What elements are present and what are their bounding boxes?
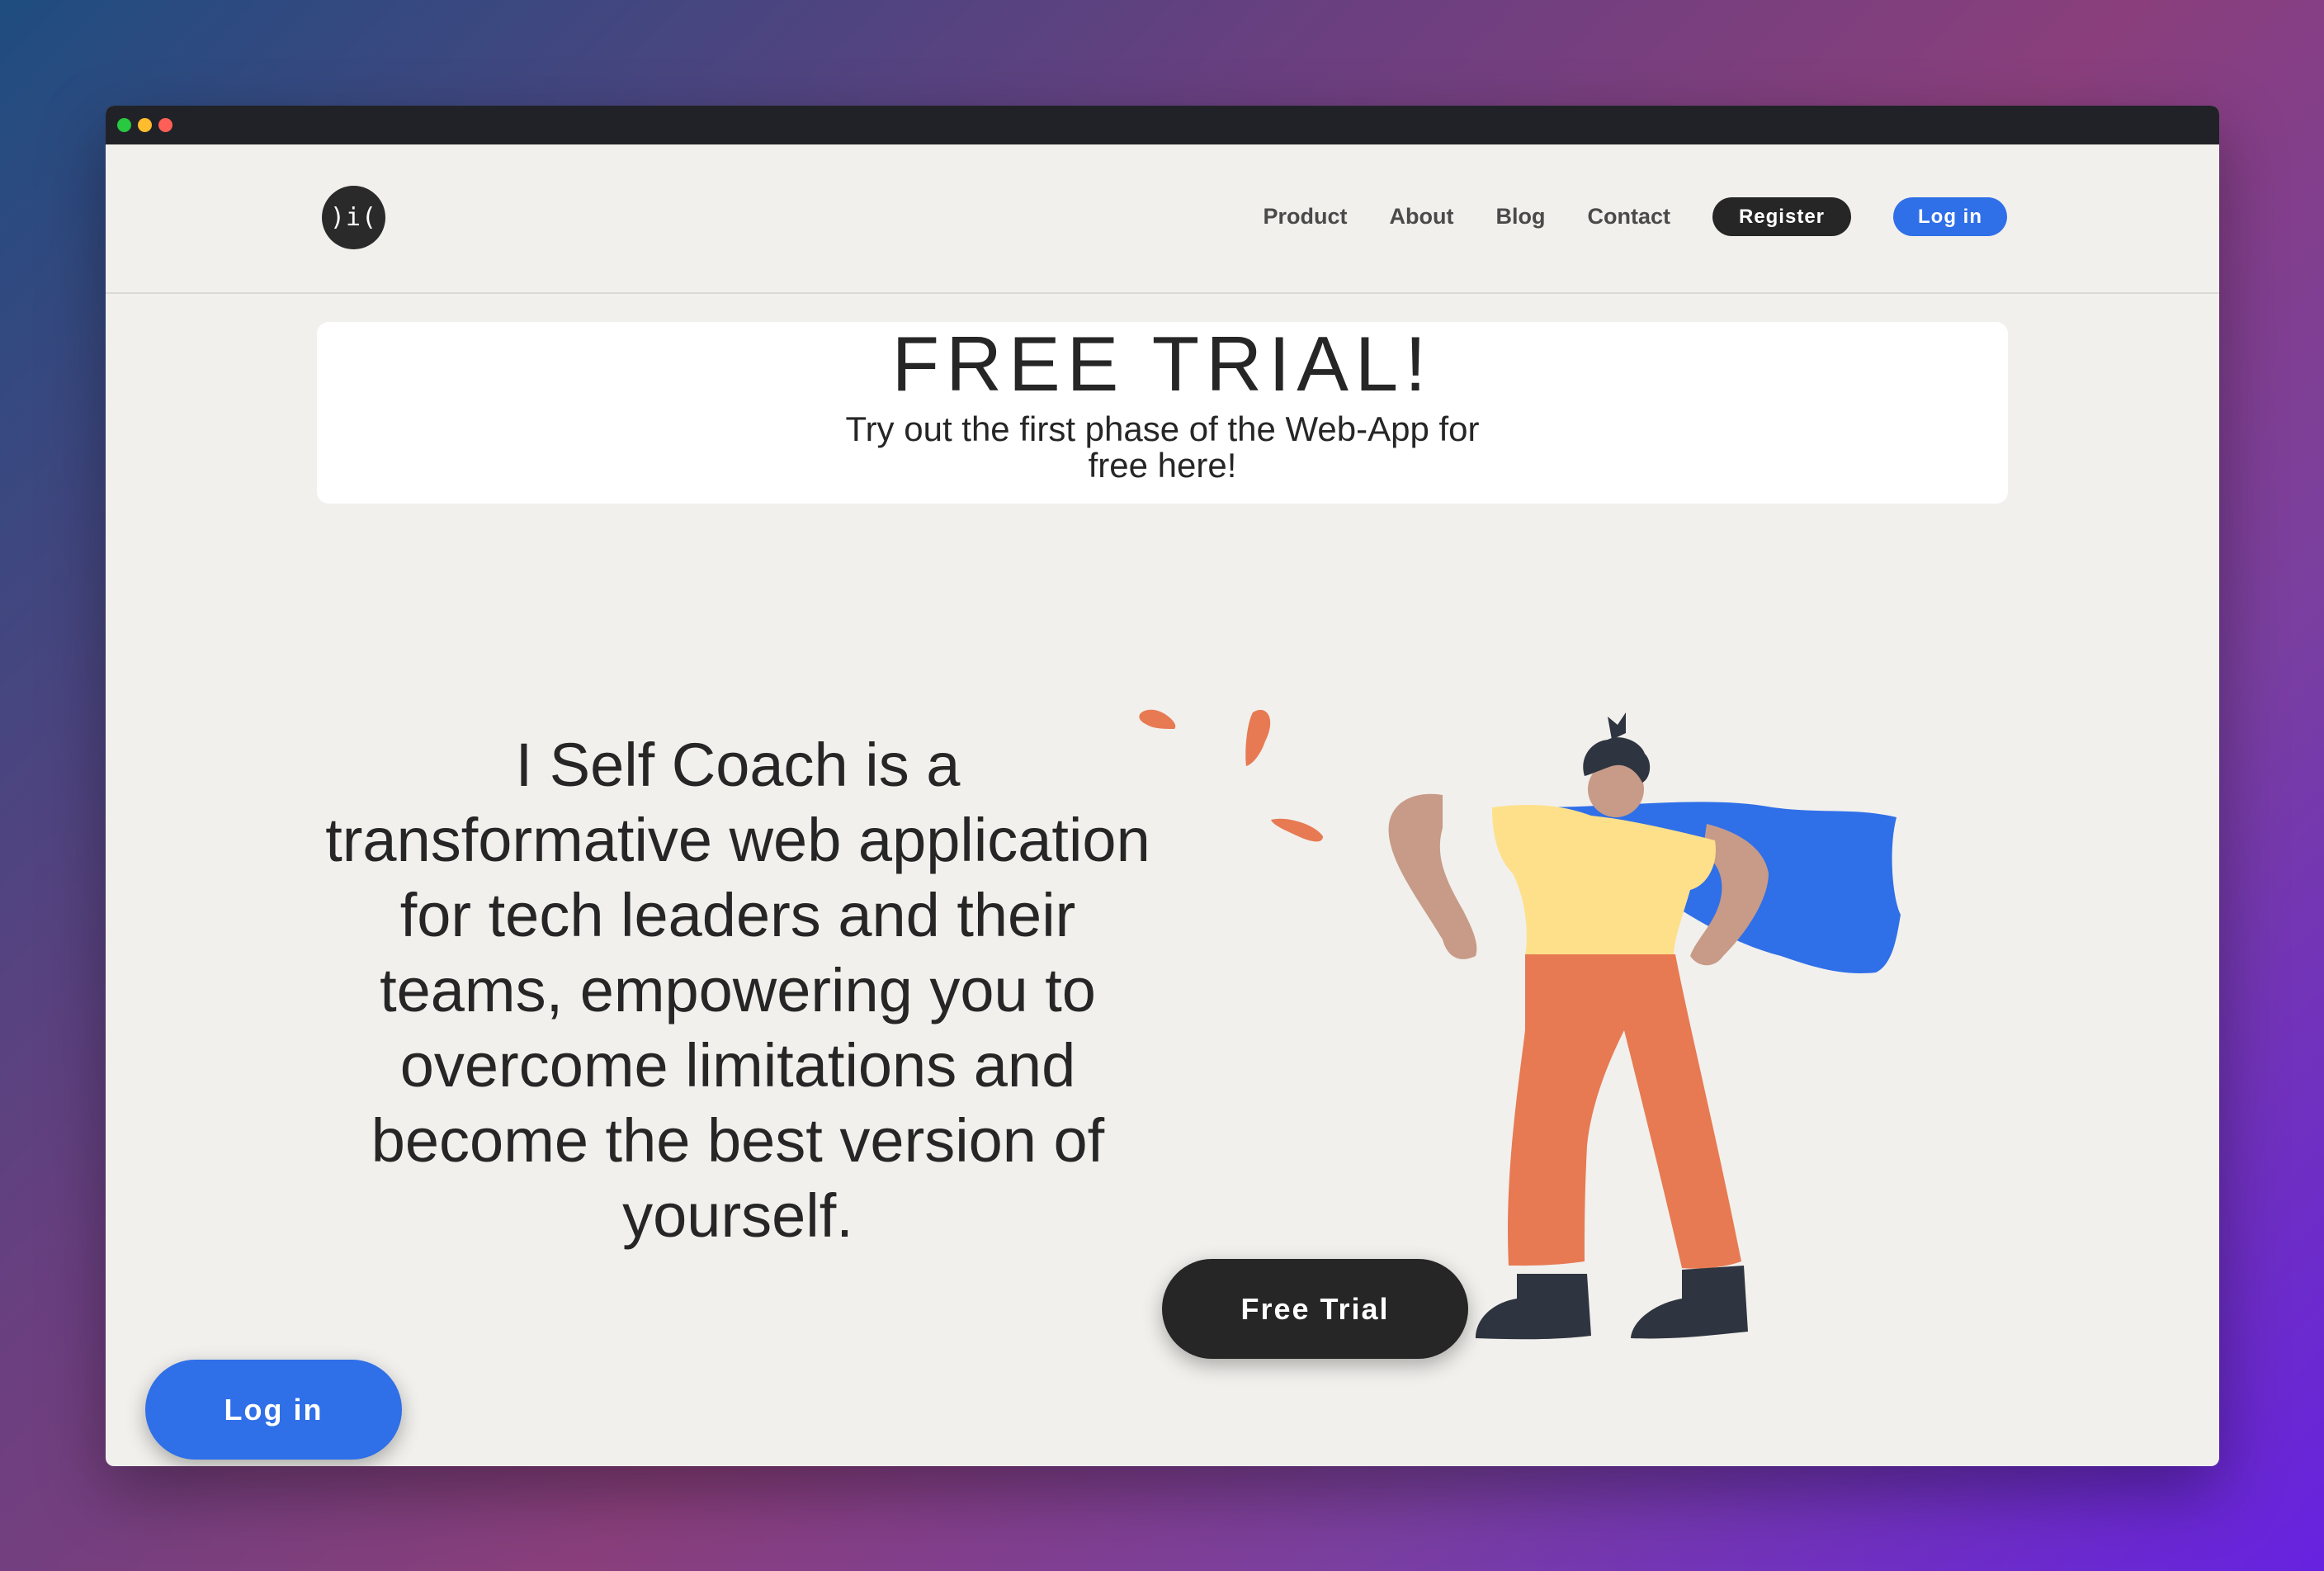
shoe-left-shape xyxy=(1476,1274,1591,1340)
browser-window: )i( Product About Blog Contact Register … xyxy=(106,106,2219,1466)
splash-shape xyxy=(1139,709,1176,729)
nav-link-product[interactable]: Product xyxy=(1264,204,1348,229)
logo-text: )i( xyxy=(329,203,378,232)
banner-subtitle: Try out the first phase of the Web-App f… xyxy=(845,409,1480,485)
window-minimize-button[interactable] xyxy=(138,118,152,132)
nav-link-blog[interactable]: Blog xyxy=(1496,204,1546,229)
nav-link-contact[interactable]: Contact xyxy=(1588,204,1671,229)
free-trial-button[interactable]: Free Trial xyxy=(1162,1259,1468,1359)
splash-shape xyxy=(1245,709,1271,766)
arm-left-shape xyxy=(1388,793,1477,959)
shoe-right-shape xyxy=(1631,1266,1748,1339)
floating-login-button[interactable]: Log in xyxy=(145,1360,402,1460)
site-logo[interactable]: )i( xyxy=(322,186,385,249)
register-button[interactable]: Register xyxy=(1712,197,1851,236)
banner-title: FREE TRIAL! xyxy=(891,320,1434,407)
pants-shape xyxy=(1508,954,1741,1269)
window-maximize-button[interactable] xyxy=(117,118,131,132)
main-nav: Product About Blog Contact Register Log … xyxy=(1264,197,2007,236)
nav-link-about[interactable]: About xyxy=(1390,204,1454,229)
login-button[interactable]: Log in xyxy=(1893,197,2007,236)
window-titlebar xyxy=(106,106,2219,144)
free-trial-banner[interactable]: FREE TRIAL! Try out the first phase of t… xyxy=(317,322,2008,504)
site-header: )i( Product About Blog Contact Register … xyxy=(106,144,2219,294)
window-close-button[interactable] xyxy=(158,118,172,132)
hair-bun-shape xyxy=(1608,712,1626,740)
splash-shape xyxy=(1271,818,1323,842)
